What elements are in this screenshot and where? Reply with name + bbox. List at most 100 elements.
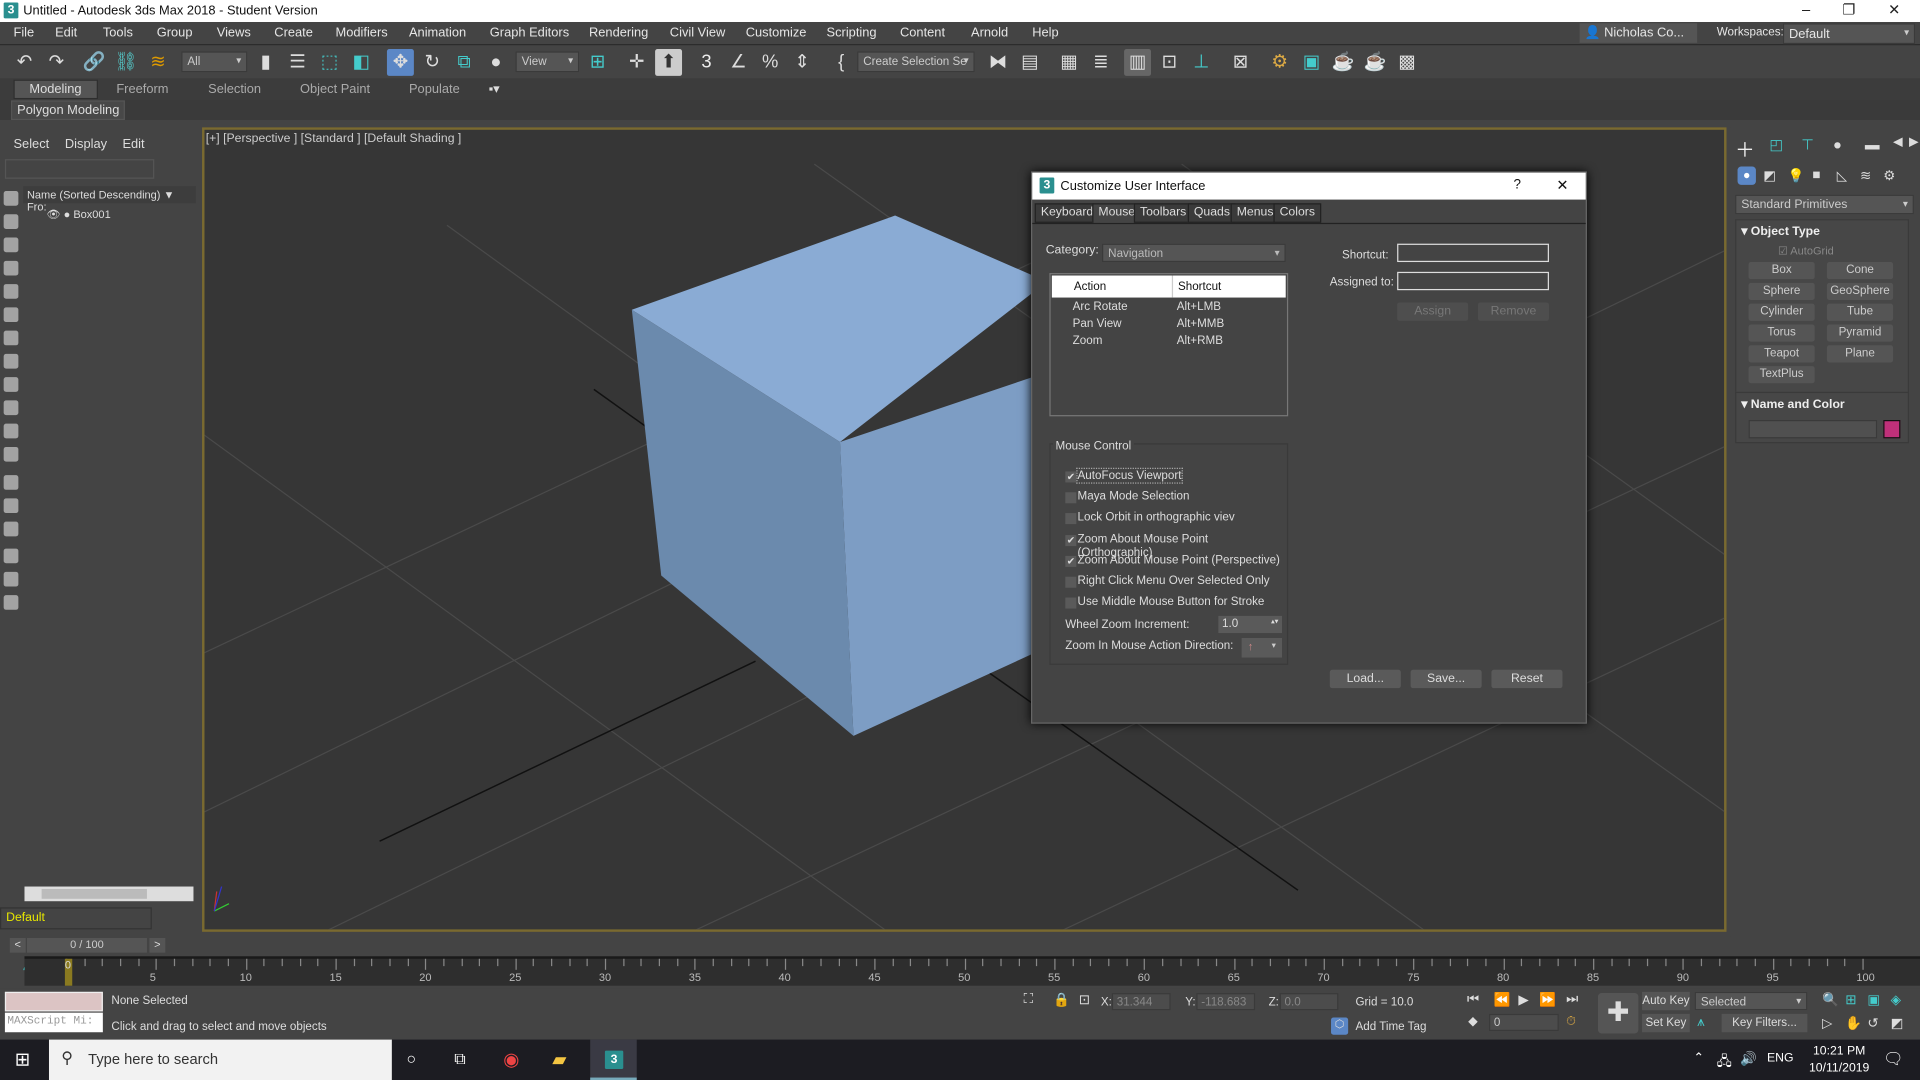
utilities-icon[interactable] <box>3 423 19 439</box>
space-warp-icon[interactable] <box>3 307 19 323</box>
orbit-icon[interactable]: ↺ <box>1867 1015 1878 1031</box>
redo-icon[interactable]: ↷ <box>43 49 70 76</box>
explorer-column-header[interactable]: Name (Sorted Descending) ▼ Fro: <box>23 186 196 213</box>
angle-snap-icon[interactable]: ∠ <box>725 49 752 76</box>
taskbar-search-input[interactable]: ⚲ Type here to search <box>48 1039 392 1080</box>
checkbox-box[interactable] <box>1065 492 1077 504</box>
menu-scripting[interactable]: Scripting <box>827 26 877 41</box>
object-type-header[interactable]: ▾ Object Type <box>1741 225 1820 238</box>
ribbon-toggle-icon[interactable]: ▥ <box>1124 48 1152 76</box>
hierarchy-tab-icon[interactable]: ⊤ <box>1801 136 1814 153</box>
save-button[interactable]: Save... <box>1410 669 1482 689</box>
file-explorer-icon[interactable]: ▰ <box>552 1048 566 1070</box>
scene-explorer-icon[interactable]: ▦ <box>1056 49 1083 76</box>
script-icon[interactable] <box>3 521 19 537</box>
menu-views[interactable]: Views <box>217 26 251 41</box>
select-rotate-icon[interactable]: ↻ <box>419 49 446 76</box>
zoom-all-icon[interactable]: ⊞ <box>1845 992 1856 1008</box>
y-coordinate-field[interactable]: -118.683 <box>1196 993 1256 1011</box>
menu-civil-view[interactable]: Civil View <box>670 26 726 41</box>
window-crossing-icon[interactable]: ◧ <box>348 49 375 76</box>
plane-button[interactable]: Plane <box>1826 345 1894 363</box>
reset-button[interactable]: Reset <box>1491 669 1563 689</box>
explorer-menu-display[interactable]: Display <box>65 137 107 152</box>
systems-icon[interactable] <box>3 330 19 346</box>
menu-file[interactable]: File <box>13 26 34 41</box>
rendered-frame-window-icon[interactable]: ▣ <box>1298 49 1325 76</box>
checkbox-lock-orbit-in-orthographic-viev[interactable]: Lock Orbit in orthographic viev <box>1065 511 1285 528</box>
geometry-icon[interactable] <box>3 214 19 229</box>
close-window-button[interactable]: ✕ <box>1873 0 1915 22</box>
snaps-toggle-icon[interactable]: 3 <box>693 49 720 76</box>
explorer-menu-edit[interactable]: Edit <box>122 137 144 152</box>
pan-view-icon[interactable]: ✋ <box>1845 1015 1862 1031</box>
tube-button[interactable]: Tube <box>1826 303 1894 321</box>
assign-button[interactable]: Assign <box>1397 302 1469 321</box>
a360-render-icon[interactable]: ▩ <box>1393 49 1420 76</box>
systems-category-icon[interactable]: ⚙ <box>1883 168 1895 184</box>
menu-help[interactable]: Help <box>1032 26 1058 41</box>
render-icon[interactable]: ☕ <box>1330 49 1357 76</box>
select-move-icon[interactable]: ✥ <box>386 48 414 76</box>
checkbox-use-middle-mouse-button-for-stroke[interactable]: Use Middle Mouse Button for Stroke <box>1065 595 1285 612</box>
keyboard-shortcut-override-icon[interactable]: ⬆ <box>655 48 683 76</box>
select-place-icon[interactable]: ● <box>482 49 509 76</box>
cone-button[interactable]: Cone <box>1826 262 1894 280</box>
object-name-input[interactable] <box>1748 420 1878 439</box>
cameras-category-icon[interactable]: ■ <box>1812 168 1820 183</box>
task-view-icon[interactable]: ⧉ <box>454 1049 465 1069</box>
torus-button[interactable]: Torus <box>1748 324 1815 342</box>
tab-quads[interactable]: Quads <box>1187 203 1237 223</box>
maximize-viewport-icon[interactable]: ◩ <box>1891 1015 1904 1031</box>
curve-editor-icon[interactable]: ⊡ <box>1156 49 1183 76</box>
display-icon[interactable] <box>3 400 19 416</box>
menu-group[interactable]: Group <box>157 26 193 41</box>
geometry-category-icon[interactable]: ● <box>1737 166 1756 185</box>
chrome-icon[interactable]: ◉ <box>503 1048 519 1070</box>
workspace-dropdown[interactable]: Default <box>1782 23 1916 45</box>
isolate-selection-icon[interactable]: ⛶ <box>1024 992 1033 1008</box>
remove-button[interactable]: Remove <box>1477 302 1549 321</box>
reference-coordinate-dropdown[interactable]: View <box>515 51 580 73</box>
checkbox-right-click-menu-over-selected-only[interactable]: Right Click Menu Over Selected Only <box>1065 574 1285 591</box>
checkbox-zoom-about-mouse-point-perspective[interactable]: ✔ Zoom About Mouse Point (Perspective) <box>1065 553 1285 570</box>
wheel-zoom-spinner[interactable]: 1.0 ▴▾ <box>1218 615 1283 634</box>
teapot-button[interactable]: Teapot <box>1748 345 1815 363</box>
tab-toolbars[interactable]: Toolbars <box>1133 203 1193 223</box>
menu-animation[interactable]: Animation <box>409 26 466 41</box>
checkbox-autofocus-viewport[interactable]: ✔ AutoFocus Viewport <box>1065 467 1285 486</box>
current-frame-spinner[interactable]: 0 <box>1488 1013 1559 1032</box>
display-tab-icon[interactable]: ▬ <box>1865 136 1880 153</box>
time-slider[interactable]: 0 / 100 <box>26 937 147 953</box>
time-configuration-icon[interactable]: ⏱ <box>1566 1015 1576 1028</box>
align-icon[interactable]: ▤ <box>1016 49 1043 76</box>
set-keys-button[interactable]: ✚ <box>1597 993 1639 1034</box>
play-icon[interactable]: ▶ <box>1518 992 1528 1008</box>
minimize-button[interactable]: – <box>1785 0 1827 22</box>
layer-icon[interactable] <box>3 475 19 490</box>
windows-start-icon[interactable]: ⊞ <box>15 1048 30 1070</box>
lights-category-icon[interactable]: 💡 <box>1788 168 1805 184</box>
checkbox-box[interactable] <box>1065 513 1077 525</box>
ribbon-tab-selection[interactable]: Selection <box>208 82 261 97</box>
maxscript-listener[interactable] <box>4 991 103 1012</box>
ribbon-tab-modeling[interactable]: Modeling <box>13 79 98 100</box>
load-button[interactable]: Load... <box>1329 669 1401 689</box>
user-account-dropdown[interactable]: 👤 Nicholas Co... <box>1579 23 1698 43</box>
list-row[interactable]: Arc Rotate Alt+LMB <box>1051 300 1287 317</box>
tray-chevron-icon[interactable]: ⌃ <box>1693 1052 1703 1065</box>
maxscript-input[interactable]: MAXScript Mi: <box>4 1012 103 1033</box>
menu-content[interactable]: Content <box>900 26 945 41</box>
zoom-icon[interactable]: 🔍 <box>1822 992 1839 1008</box>
hierarchy-icon[interactable] <box>3 353 19 369</box>
checkbox-box[interactable]: ✔ <box>1065 471 1077 483</box>
list-row[interactable]: Zoom Alt+RMB <box>1051 334 1287 351</box>
object-color-swatch[interactable] <box>1883 420 1901 439</box>
select-object-icon[interactable]: ▮ <box>252 49 279 76</box>
menu-rendering[interactable]: Rendering <box>589 26 648 41</box>
key-tangent-icon[interactable]: ⩚ <box>1697 1015 1705 1031</box>
action-list[interactable]: Action Shortcut Arc Rotate Alt+LMB Pan Vi… <box>1049 273 1289 417</box>
render-setup-icon[interactable]: ⚙ <box>1266 49 1293 76</box>
auto-key-button[interactable]: Auto Key <box>1642 991 1690 1011</box>
menu-graph-editors[interactable]: Graph Editors <box>490 26 569 41</box>
